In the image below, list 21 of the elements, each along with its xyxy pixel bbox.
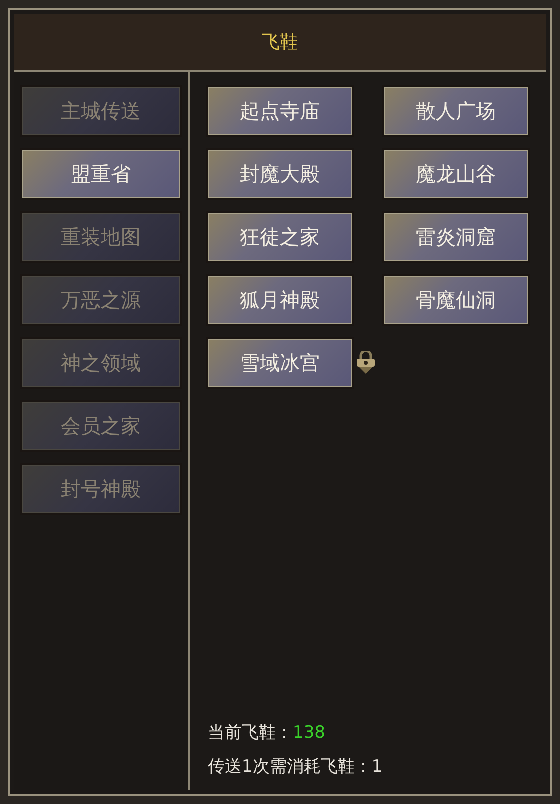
- sidebar-item[interactable]: 会员之家: [22, 402, 180, 450]
- sidebar-item[interactable]: 神之领域: [22, 339, 180, 387]
- sidebar-item[interactable]: 重装地图: [22, 213, 180, 261]
- destination-button[interactable]: 散人广场: [384, 87, 528, 135]
- cost-text: 传送1次需消耗飞鞋：1: [208, 756, 384, 778]
- sidebar-item[interactable]: 封号神殿: [22, 465, 180, 513]
- window-title: 飞鞋: [262, 30, 298, 54]
- sidebar-item[interactable]: 主城传送: [22, 87, 180, 135]
- destination-button[interactable]: 雷炎洞窟: [384, 213, 528, 261]
- sidebar-item[interactable]: 盟重省: [22, 150, 180, 198]
- destination-button[interactable]: 魔龙山谷: [384, 150, 528, 198]
- destination-button[interactable]: 骨魔仙洞: [384, 276, 528, 324]
- current-label: 当前飞鞋：: [208, 722, 293, 745]
- destination-button[interactable]: 狐月神殿: [208, 276, 352, 324]
- current-count: 138: [293, 722, 326, 745]
- destination-button[interactable]: 起点寺庙: [208, 87, 352, 135]
- lock-icon: [356, 351, 376, 375]
- destination-button[interactable]: 雪域冰宫: [208, 339, 352, 387]
- destination-button[interactable]: 封魔大殿: [208, 150, 352, 198]
- destination-button[interactable]: 狂徒之家: [208, 213, 352, 261]
- sidebar-item[interactable]: 万恶之源: [22, 276, 180, 324]
